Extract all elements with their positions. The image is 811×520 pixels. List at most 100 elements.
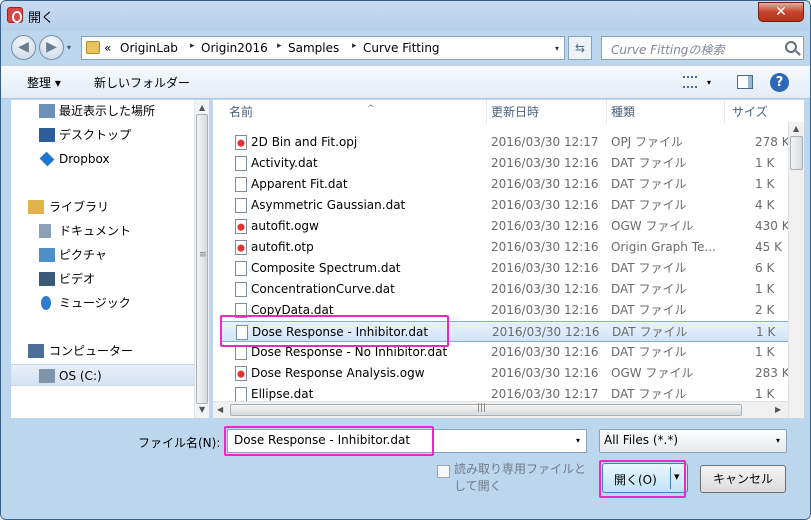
file-size: 1 K (755, 345, 775, 359)
breadcrumb-origin2016[interactable]: Origin2016 (201, 41, 268, 55)
address-bar[interactable]: « OriginLab ▸ Origin2016 ▸ Samples ▸ Cur… (81, 36, 565, 60)
file-type: DAT ファイル (611, 261, 687, 275)
search-icon[interactable] (785, 41, 797, 53)
pictures-icon (39, 248, 55, 262)
library-icon (28, 200, 44, 214)
navigation-pane: 最近表示した場所 デスクトップ Dropbox ライブラリ ドキュメント ピクチ… (11, 100, 209, 418)
nav-item-music[interactable]: ミュージック (11, 292, 195, 314)
search-input[interactable]: Curve Fittingの検索 (611, 41, 724, 58)
organize-button[interactable]: 整理 ▾ (27, 74, 61, 91)
new-folder-button[interactable]: 新しいフォルダー (94, 74, 190, 91)
filename-input[interactable]: Dose Response - Inhibitor.dat ▾ (227, 429, 587, 453)
recent-locations-dropdown-icon[interactable]: ▾ (67, 43, 71, 52)
filename-label: ファイル名(N): (138, 436, 221, 450)
file-name: autofit.ogw (251, 219, 319, 233)
view-dropdown-icon[interactable]: ▾ (707, 78, 711, 87)
breadcrumb-separator-icon[interactable]: ▸ (190, 41, 195, 51)
file-name: Dose Response - No Inhibitor.dat (251, 345, 448, 359)
horizontal-scroll-thumb[interactable]: ||| (230, 403, 742, 416)
cancel-button[interactable]: キャンセル (700, 465, 786, 493)
open-button[interactable]: 開く(O) ▾ (602, 463, 688, 493)
file-row[interactable]: CopyData.dat 2016/03/30 12:16 DAT ファイル 2… (221, 300, 796, 321)
column-header-size[interactable]: サイズ (732, 100, 802, 124)
nav-item-library[interactable]: ライブラリ (11, 196, 195, 218)
file-list-vertical-scrollbar[interactable]: ▲ (788, 122, 804, 418)
nav-item-pictures[interactable]: ピクチャ (11, 244, 195, 266)
dat-file-icon (235, 387, 247, 402)
nav-item-os-drive[interactable]: OS (C:) (11, 364, 195, 386)
file-row[interactable]: Composite Spectrum.dat 2016/03/30 12:16 … (221, 258, 796, 279)
file-type: DAT ファイル (612, 325, 688, 339)
scroll-up-icon[interactable]: ▲ (793, 124, 799, 133)
origin-project-icon (235, 135, 247, 150)
breadcrumb-separator-icon[interactable]: ▸ (277, 41, 282, 51)
file-row[interactable]: Activity.dat 2016/03/30 12:16 DAT ファイル 1… (221, 153, 796, 174)
open-dropdown-icon[interactable]: ▾ (674, 470, 680, 483)
back-button[interactable]: ◀ (11, 35, 36, 60)
column-header-name[interactable]: 名前 ^ (229, 100, 487, 124)
column-header-type[interactable]: 種類 (611, 100, 725, 124)
nav-item-desktop[interactable]: デスクトップ (11, 124, 195, 146)
nav-item-documents[interactable]: ドキュメント (11, 220, 195, 242)
vertical-scroll-thumb[interactable] (790, 136, 803, 170)
address-dropdown-icon[interactable]: ▾ (555, 44, 559, 53)
file-row[interactable]: 2D Bin and Fit.opj 2016/03/30 12:17 OPJ … (221, 132, 796, 153)
column-header-label: 名前 (229, 105, 254, 119)
readonly-checkbox[interactable] (437, 465, 450, 478)
file-date: 2016/03/30 12:16 (491, 219, 599, 233)
scroll-left-icon[interactable]: ◀ (217, 405, 223, 414)
view-options-icon[interactable] (683, 76, 697, 88)
close-button[interactable]: ✕ (758, 2, 804, 22)
file-size: 2 K (755, 303, 775, 317)
filename-value[interactable]: Dose Response - Inhibitor.dat (234, 433, 410, 447)
open-button-label: 開く(O) (614, 473, 657, 487)
refresh-button[interactable]: ⇆ (568, 36, 592, 60)
file-row[interactable]: Dose Response Analysis.ogw 2016/03/30 12… (221, 363, 796, 384)
nav-item-computer[interactable]: コンピューター (11, 340, 195, 362)
nav-pane-scrollbar[interactable]: ▲ ≡ ▼ (194, 100, 209, 418)
file-row[interactable]: Apparent Fit.dat 2016/03/30 12:16 DAT ファ… (221, 174, 796, 195)
nav-item-label: 最近表示した場所 (59, 104, 156, 118)
file-row[interactable]: Dose Response - No Inhibitor.dat 2016/03… (221, 342, 796, 363)
file-row-selected[interactable]: Dose Response - Inhibitor.dat 2016/03/30… (221, 321, 796, 342)
preview-pane-icon[interactable] (737, 75, 753, 89)
scroll-right-icon[interactable]: ▶ (775, 405, 781, 414)
dat-file-icon (235, 261, 247, 276)
breadcrumb-overflow[interactable]: « (104, 41, 111, 55)
nav-item-videos[interactable]: ビデオ (11, 268, 195, 290)
breadcrumb-curve-fitting[interactable]: Curve Fitting (363, 41, 440, 55)
file-date: 2016/03/30 12:16 (491, 282, 599, 296)
file-size: 1 K (755, 156, 775, 170)
filename-dropdown-icon[interactable]: ▾ (576, 436, 580, 445)
forward-button[interactable]: ▶ (39, 35, 64, 60)
recent-places-icon (39, 104, 55, 118)
readonly-label: 読み取り専用ファイルとして開く (454, 462, 587, 493)
nav-scroll-thumb[interactable]: ≡ (196, 114, 208, 404)
file-type-filter-select[interactable]: All Files (*.*) ▾ (599, 429, 787, 453)
file-date: 2016/03/30 12:17 (491, 135, 599, 149)
file-name: 2D Bin and Fit.opj (251, 135, 358, 149)
file-row[interactable]: autofit.ogw 2016/03/30 12:16 OGW ファイル 43… (221, 216, 796, 237)
nav-item-recent-places[interactable]: 最近表示した場所 (11, 100, 195, 122)
file-date: 2016/03/30 12:16 (491, 366, 599, 380)
file-type: Origin Graph Te... (611, 240, 716, 254)
file-row[interactable]: Asymmetric Gaussian.dat 2016/03/30 12:16… (221, 195, 796, 216)
file-row[interactable]: autofit.otp 2016/03/30 12:16 Origin Grap… (221, 237, 796, 258)
scroll-down-icon[interactable]: ▼ (199, 405, 205, 414)
nav-item-dropbox[interactable]: Dropbox (11, 148, 195, 170)
breadcrumb-separator-icon[interactable]: ▸ (352, 41, 357, 51)
file-type: DAT ファイル (611, 303, 687, 317)
filter-dropdown-icon[interactable]: ▾ (776, 436, 780, 445)
nav-item-label: OS (C:) (59, 369, 102, 383)
breadcrumb-samples[interactable]: Samples (288, 41, 339, 55)
file-row[interactable]: ConcentrationCurve.dat 2016/03/30 12:16 … (221, 279, 796, 300)
breadcrumb-originlab[interactable]: OriginLab (120, 41, 178, 55)
help-icon[interactable]: ? (770, 73, 789, 92)
scroll-up-icon[interactable]: ▲ (199, 103, 205, 112)
file-type: OPJ ファイル (611, 135, 684, 149)
file-list-horizontal-scrollbar[interactable]: ◀ ||| ▶ (213, 401, 788, 418)
column-header-date[interactable]: 更新日時 (491, 100, 607, 124)
file-name: Composite Spectrum.dat (251, 261, 401, 275)
file-list: 名前 ^ 更新日時 種類 サイズ 2D Bin and Fit.opj 2016… (213, 100, 804, 418)
search-box[interactable]: Curve Fittingの検索 (601, 36, 804, 60)
